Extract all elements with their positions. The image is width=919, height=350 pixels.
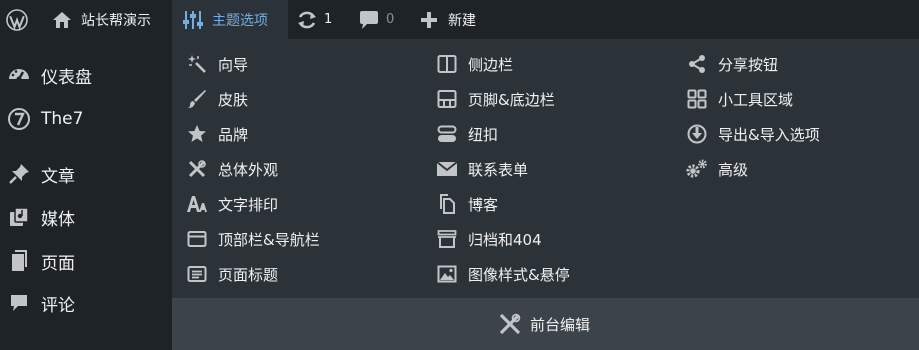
new-label: 新建 [448,12,476,29]
menu-item-label: 页面标题 [218,265,279,284]
wand-icon [186,53,208,75]
menu-item-label: 联系表单 [468,160,529,179]
menu-item-share-buttons[interactable]: 分享按钮 [686,49,778,79]
new-content-menu[interactable]: 新建 [420,0,490,39]
menu-item-branding[interactable]: 品牌 [186,119,248,149]
sidebar-item-media[interactable]: 媒体 [0,200,172,234]
menu-item-label: 品牌 [218,125,249,144]
frontend-edit-label: 前台编辑 [530,315,591,334]
sidebar-item-label: 媒体 [41,209,75,230]
admin-bar: 站长帮演示 主题选项 1 0 新建 [0,0,919,39]
tools-icon [498,312,522,336]
menu-item-general-appearance[interactable]: 总体外观 [186,154,278,184]
menu-item-footer-bottombar[interactable]: 页脚&底边栏 [436,84,555,114]
menu-item-label: 高级 [718,160,749,179]
download-icon [686,123,708,145]
typography-icon [186,193,208,215]
menu-item-label: 文字排印 [218,195,279,214]
comment-bubble-icon [360,10,378,29]
menu-item-buttons[interactable]: 纽扣 [436,119,498,149]
sidebar-item-label: 仪表盘 [41,67,92,88]
tools-icon [186,158,208,180]
brush-icon [186,88,208,110]
menu-item-skins[interactable]: 皮肤 [186,84,248,114]
menu-item-widget-areas[interactable]: 小工具区域 [686,84,793,114]
sidebar-item-label: The7 [41,109,84,129]
menu-item-label: 归档和404 [468,230,542,249]
theme-options-menu[interactable]: 主题选项 [172,0,288,39]
widgets-icon [686,88,708,110]
sidebar-icon [436,53,458,75]
menu-item-blog[interactable]: 博客 [436,189,498,219]
dropdown-footer: 前台编辑 [172,298,919,350]
site-name: 站长帮演示 [81,12,151,29]
wordpress-logo-icon [6,9,28,31]
menu-item-label: 侧边栏 [468,55,514,74]
gears-icon [686,158,708,180]
menu-item-topbar-navigation[interactable]: 顶部栏&导航栏 [186,224,320,254]
window-icon [186,228,208,250]
mail-icon [436,158,458,180]
comments-count: 0 [386,12,395,27]
menu-item-label: 博客 [468,195,499,214]
sliders-icon [183,9,203,31]
image-icon [436,263,458,285]
footer-icon [436,88,458,110]
menu-item-export-import[interactable]: 导出&导入选项 [686,119,820,149]
theme-options-dropdown: 向导 皮肤 品牌 总体外观 文字排印 顶部栏&导航栏 页面标题 侧边栏 页脚&底… [172,39,919,350]
menu-item-page-titles[interactable]: 页面标题 [186,259,278,289]
menu-item-label: 总体外观 [218,160,279,179]
frontend-edit-button[interactable]: 前台编辑 [498,312,590,336]
copy-icon [436,193,458,215]
menu-item-image-styles-hovers[interactable]: 图像样式&悬停 [436,259,570,289]
site-name-link[interactable]: 站长帮演示 [44,0,172,39]
star-icon [186,123,208,145]
updates-count: 1 [324,12,333,27]
menu-item-sidebar[interactable]: 侧边栏 [436,49,513,79]
pin-icon [7,162,31,186]
sidebar-item-label: 文章 [41,166,75,187]
sidebar-item-posts[interactable]: 文章 [0,157,172,191]
share-icon [686,53,708,75]
theme-options-label: 主题选项 [212,12,268,29]
menu-item-contact-forms[interactable]: 联系表单 [436,154,528,184]
updates-icon [298,9,316,31]
menu-item-wizard[interactable]: 向导 [186,49,248,79]
home-icon [53,11,71,28]
media-icon [7,205,31,229]
menu-item-label: 纽扣 [468,125,499,144]
archive-icon [436,228,458,250]
sidebar-item-dashboard[interactable]: 仪表盘 [0,58,172,92]
menu-item-label: 分享按钮 [718,55,779,74]
menu-item-label: 导出&导入选项 [718,125,820,144]
sidebar-item-comments[interactable]: 评论 [0,286,172,320]
page-icon [7,249,31,273]
sidebar-item-label: 评论 [41,295,75,316]
wordpress-logo-button[interactable] [0,0,34,39]
sidebar-item-the7[interactable]: The7 [0,102,172,136]
menu-item-label: 图像样式&悬停 [468,265,570,284]
menu-item-archives-404[interactable]: 归档和404 [436,224,542,254]
button-icon [436,123,458,145]
title-icon [186,263,208,285]
menu-item-label: 顶部栏&导航栏 [218,230,320,249]
menu-item-label: 向导 [218,55,249,74]
menu-item-label: 皮肤 [218,90,249,109]
menu-item-label: 小工具区域 [718,90,794,109]
menu-item-advanced[interactable]: 高级 [686,154,748,184]
menu-item-label: 页脚&底边栏 [468,90,555,109]
comments-link[interactable]: 0 [358,0,406,39]
sidebar-item-pages[interactable]: 页面 [0,244,172,278]
menu-item-typography[interactable]: 文字排印 [186,189,278,219]
the7-icon [7,107,31,131]
sidebar-item-label: 页面 [41,253,75,274]
updates-link[interactable]: 1 [296,0,344,39]
comment-icon [7,291,31,315]
admin-sidebar: 仪表盘 The7 文章 媒体 页面 评论 [0,39,172,350]
dashboard-icon [7,63,31,87]
plus-icon [421,11,437,28]
